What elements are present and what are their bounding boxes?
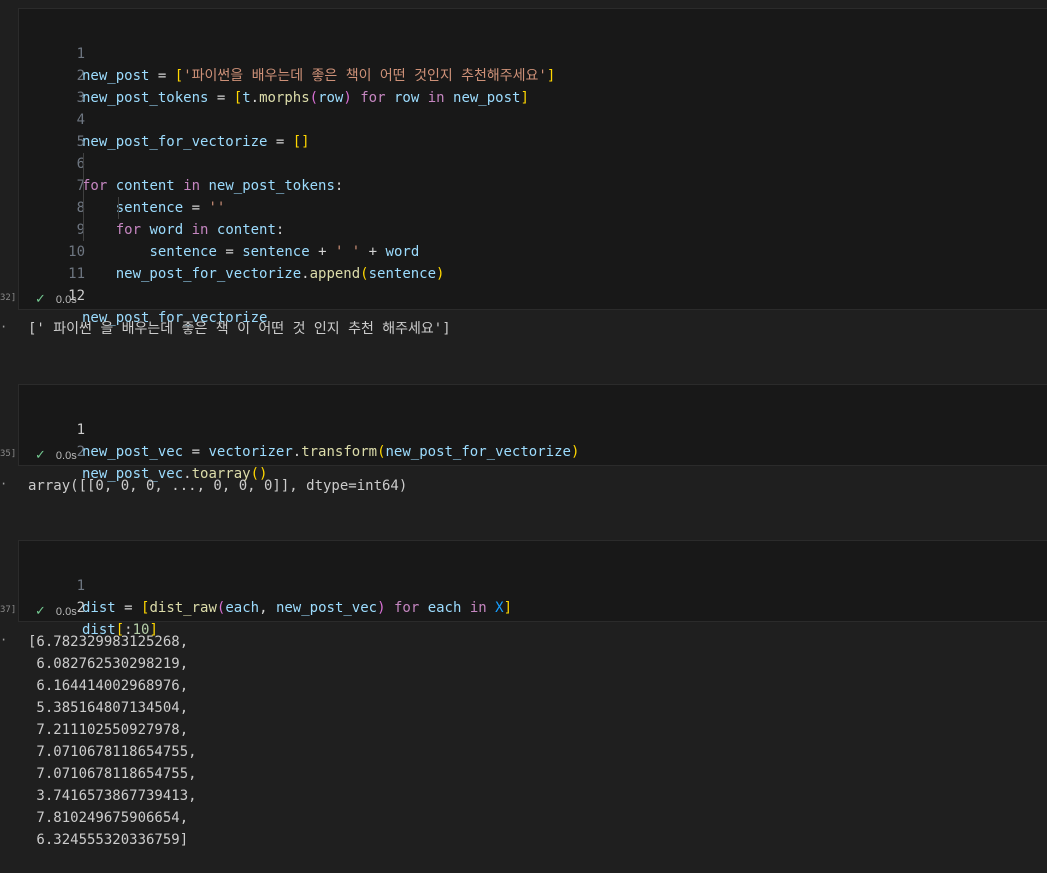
indent-guide [83, 153, 84, 241]
code-line-2[interactable]: 2 new_post_tokens = [t.morphs(row) for r… [19, 43, 1047, 106]
cell-status: ✓ 0.0s [35, 291, 77, 306]
code-line-8[interactable]: 8 for word in content: [19, 175, 1047, 238]
execution-count: 32] [0, 293, 17, 303]
execution-count: 35] [0, 449, 17, 459]
ellipsis-icon[interactable]: · [0, 320, 7, 334]
code-line-3[interactable]: 3 [19, 65, 1047, 106]
code-line-12[interactable]: 12 new_post_for_vectorize [19, 263, 1047, 326]
code-line-6[interactable]: 6 for content in new_post_tokens: [19, 131, 1047, 194]
output-line: 6.082762530298219, [28, 656, 189, 672]
cell-output-2: array([[0, 0, 0, ..., 0, 0, 0]], dtype=i… [28, 478, 408, 494]
output-line: 7.810249675906654, [28, 810, 189, 826]
code-line-11[interactable]: 11 [19, 241, 1047, 282]
ellipsis-icon[interactable]: · [0, 477, 7, 491]
output-line: [6.782329983125268, [28, 634, 189, 650]
code-text: dist = [dist_raw(each, new_post_vec) for… [82, 600, 513, 616]
output-line: 7.0710678118654755, [28, 766, 197, 782]
code-line-1[interactable]: 1 dist = [dist_raw(each, new_post_vec) f… [19, 553, 1047, 616]
cell-status: ✓ 0.0s [35, 603, 77, 618]
cell-status: ✓ 0.0s [35, 447, 77, 462]
output-line: 6.324555320336759] [28, 832, 189, 848]
execution-count: 37] [0, 605, 17, 615]
code-line-5[interactable]: 5 [19, 109, 1047, 150]
code-line-1[interactable]: 1 new_post = ['파이썬을 배우는데 좋은 책이 어떤 것인지 추천… [19, 21, 1047, 84]
ellipsis-icon[interactable]: · [0, 633, 7, 647]
code-line-7[interactable]: 7 sentence = '' [19, 153, 1047, 216]
code-line-9[interactable]: 9 sentence = sentence + ' ' + word [19, 197, 1047, 260]
code-line-1[interactable]: 1 new_post_vec = vectorizer.transform(ne… [19, 397, 1047, 460]
check-icon: ✓ [35, 291, 46, 306]
output-line: 3.7416573867739413, [28, 788, 197, 804]
code-line-4[interactable]: 4 new_post_for_vectorize = [] [19, 87, 1047, 150]
check-icon: ✓ [35, 447, 46, 462]
output-line: 7.211102550927978, [28, 722, 189, 738]
output-line: 5.385164807134504, [28, 700, 189, 716]
cell-output-1: [' 파이썬 을 배우는데 좋은 책 이 어떤 것 인지 추천 해주세요'] [28, 321, 451, 337]
code-line-2[interactable]: 2 dist[:10] [19, 575, 1047, 638]
check-icon: ✓ [35, 603, 46, 618]
code-cell-2[interactable]: 1 new_post_vec = vectorizer.transform(ne… [18, 384, 1047, 482]
code-text: new_post_vec = vectorizer.transform(new_… [82, 444, 580, 460]
output-line: 6.164414002968976, [28, 678, 189, 694]
output-line: 7.0710678118654755, [28, 744, 197, 760]
code-line-10[interactable]: 10 new_post_for_vectorize.append(sentenc… [19, 219, 1047, 282]
code-cell-1[interactable]: 1 new_post = ['파이썬을 배우는데 좋은 책이 어떤 것인지 추천… [18, 8, 1047, 326]
code-line-2[interactable]: 2 new_post_vec.toarray() [19, 419, 1047, 482]
indent-guide [118, 197, 119, 219]
code-cell-3[interactable]: 1 dist = [dist_raw(each, new_post_vec) f… [18, 540, 1047, 638]
